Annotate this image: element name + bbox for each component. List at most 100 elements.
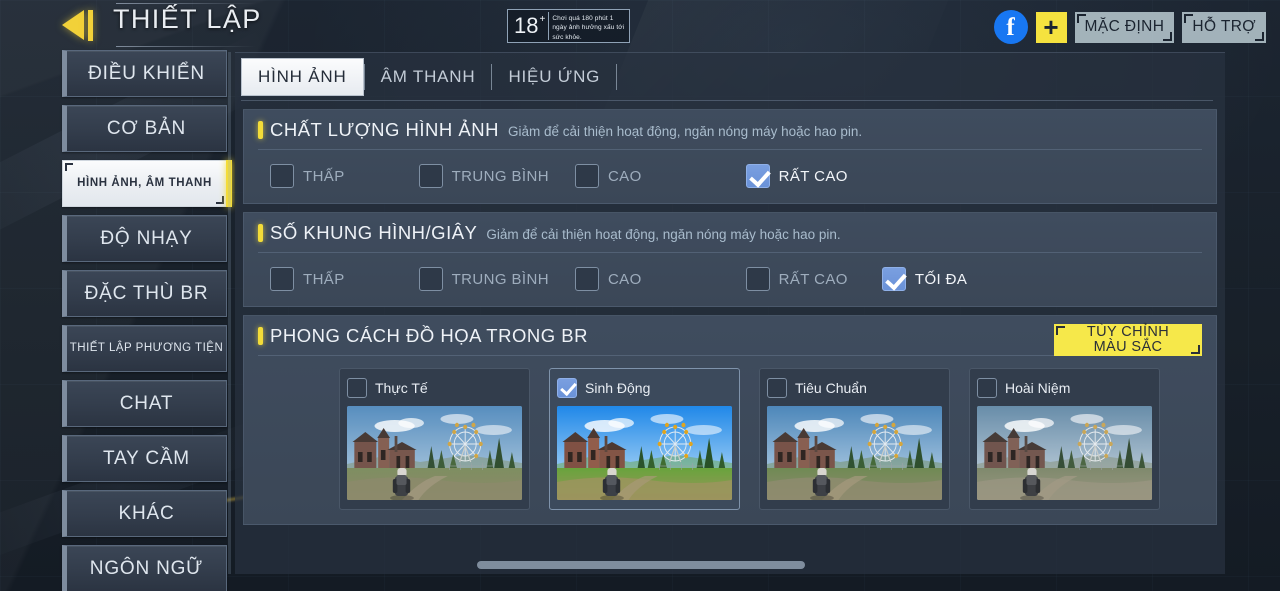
tab-bar: HÌNH ẢNH ÂM THANH HIỆU ỨNG — [235, 53, 1225, 101]
sidebar-item-10[interactable]: NGÔN NGỮ — [62, 545, 227, 591]
section-header: PHONG CÁCH ĐỒ HỌA TRONG BR TÙY CHỈNH MÀU… — [244, 316, 1216, 356]
section-subtitle: Giảm để cải thiện hoạt động, ngăn nóng m… — [507, 124, 863, 139]
title-rule-bottom — [116, 46, 256, 47]
tab-1[interactable]: HÌNH ẢNH — [241, 58, 364, 96]
checkbox-icon[interactable] — [574, 267, 599, 291]
back-button[interactable] — [62, 5, 106, 45]
option-2[interactable]: TRUNG BÌNH — [418, 164, 549, 188]
option-1[interactable]: THẤP — [270, 267, 345, 291]
graphics-style-card-3[interactable]: Tiêu Chuẩn — [759, 368, 950, 510]
checkbox-icon[interactable] — [574, 164, 599, 188]
scene-thumbnail-svg — [977, 406, 1152, 500]
custom-color-button[interactable]: TÙY CHỈNH MÀU SẮC — [1054, 324, 1202, 356]
sidebar-item-label: NGÔN NGỮ — [89, 557, 204, 579]
sidebar-item-5[interactable]: ĐẶC THÙ BR — [62, 270, 227, 317]
horizontal-scrollbar[interactable] — [235, 557, 1225, 574]
option-4[interactable]: RẤT CAO — [745, 164, 848, 188]
checkbox-checked-icon[interactable] — [881, 267, 906, 291]
sidebar-item-label: TAY CẦM — [103, 447, 190, 469]
sidebar-item-label: ĐIỀU KHIỂN — [88, 62, 205, 84]
sidebar-item-6[interactable]: THIẾT LẬP PHƯƠNG TIỆN — [62, 325, 227, 372]
sidebar-item-8[interactable]: TAY CẦM — [62, 435, 227, 482]
section-title: PHONG CÁCH ĐỒ HỌA TRONG BR — [270, 325, 588, 346]
sidebar-item-2[interactable]: CƠ BẢN — [62, 105, 227, 152]
card-label: Sinh Động — [585, 380, 651, 396]
sidebar-item-label: ĐỘ NHẠY — [100, 227, 193, 249]
graphics-style-preview-image — [767, 406, 942, 500]
sidebar-item-4[interactable]: ĐỘ NHẠY — [62, 215, 227, 262]
back-triangle-icon — [62, 10, 84, 40]
graphics-style-card-1[interactable]: Thực Tế — [339, 368, 530, 510]
option-label: TRUNG BÌNH — [451, 167, 549, 185]
default-button[interactable]: MẶC ĐỊNH — [1074, 11, 1175, 43]
graphics-style-card-2[interactable]: Sinh Động — [549, 368, 740, 510]
sidebar-item-3[interactable]: HÌNH ẢNH, ÂM THANH — [62, 160, 232, 207]
section-frame-rate: SỐ KHUNG HÌNH/GIÂY Giảm để cải thiện hoạ… — [243, 212, 1217, 307]
option-3[interactable]: CAO — [574, 164, 642, 188]
graphics-style-preview-image — [977, 406, 1152, 500]
age-rating-plus: + — [539, 14, 546, 25]
tab-divider — [616, 64, 618, 90]
tab-2[interactable]: ÂM THANH — [365, 58, 492, 96]
corner-marker — [65, 163, 73, 171]
checkbox-icon[interactable] — [418, 164, 443, 188]
graphics-style-cards: Thực Tế Sinh Động Tiêu Chuẩn Hoài Niệm — [244, 356, 1216, 524]
plus-icon-button[interactable]: + — [1035, 11, 1067, 43]
checkbox-icon[interactable] — [270, 267, 294, 291]
checkbox-icon[interactable] — [347, 378, 367, 398]
facebook-icon[interactable]: f — [993, 10, 1028, 44]
sidebar-item-label: ĐẶC THÙ BR — [84, 282, 209, 304]
header-actions: f + MẶC ĐỊNH HỖ TRỢ — [993, 10, 1266, 44]
option-4[interactable]: RẤT CAO — [745, 267, 848, 291]
horizontal-scrollbar-thumb[interactable] — [477, 561, 805, 569]
option-label: RẤT CAO — [778, 270, 848, 288]
sidebar-item-label: THIẾT LẬP PHƯƠNG TIỆN — [69, 342, 224, 354]
card-label: Thực Tế — [375, 380, 428, 396]
checkbox-icon[interactable] — [977, 378, 997, 398]
checkbox-icon[interactable] — [418, 267, 443, 291]
tab-3[interactable]: HIỆU ỨNG — [492, 58, 616, 96]
section-graphics-quality: CHẤT LƯỢNG HÌNH ẢNH Giảm để cải thiện ho… — [243, 109, 1217, 204]
graphics-quality-options: THẤP TRUNG BÌNH CAO RẤT CAO — [244, 150, 1216, 203]
card-header: Hoài Niệm — [977, 376, 1152, 400]
section-header: CHẤT LƯỢNG HÌNH ẢNH Giảm để cải thiện ho… — [244, 110, 1216, 149]
option-label: TỐI ĐA — [914, 270, 968, 288]
sidebar-item-label: CHAT — [119, 392, 174, 414]
settings-scroll-area: CHẤT LƯỢNG HÌNH ẢNH Giảm để cải thiện ho… — [235, 109, 1225, 525]
section-accent-bar — [258, 224, 263, 242]
content-left-edge — [228, 52, 231, 574]
sidebar-item-9[interactable]: KHÁC — [62, 490, 227, 537]
graphics-style-card-4[interactable]: Hoài Niệm — [969, 368, 1160, 510]
age-rating-badge: 18 + Chơi quá 180 phút 1 ngày ảnh hưởng … — [507, 9, 631, 43]
section-title: CHẤT LƯỢNG HÌNH ẢNH — [270, 119, 499, 140]
option-label: RẤT CAO — [778, 167, 848, 185]
option-5[interactable]: TỐI ĐA — [881, 267, 968, 291]
option-1[interactable]: THẤP — [270, 164, 345, 188]
sidebar-item-1[interactable]: ĐIỀU KHIỂN — [62, 50, 227, 97]
card-header: Sinh Động — [557, 376, 732, 400]
card-label: Tiêu Chuẩn — [795, 380, 867, 396]
option-label: THẤP — [303, 167, 345, 185]
option-3[interactable]: CAO — [574, 267, 642, 291]
option-2[interactable]: TRUNG BÌNH — [418, 267, 549, 291]
section-graphics-style: PHONG CÁCH ĐỒ HỌA TRONG BR TÙY CHỈNH MÀU… — [243, 315, 1217, 525]
support-button[interactable]: HỖ TRỢ — [1182, 11, 1266, 43]
section-subtitle: Giảm để cải thiện hoạt động, ngăn nóng m… — [486, 227, 841, 242]
checkbox-icon[interactable] — [745, 267, 770, 291]
option-label: CAO — [607, 270, 642, 288]
header-bar: THIẾT LẬP 18 + Chơi quá 180 phút 1 ngày … — [0, 0, 1280, 52]
checkbox-checked-icon[interactable] — [557, 378, 577, 398]
corner-marker — [216, 196, 224, 204]
section-title: SỐ KHUNG HÌNH/GIÂY — [270, 222, 478, 243]
checkbox-checked-icon[interactable] — [745, 164, 770, 188]
back-bar-icon — [88, 9, 93, 41]
sidebar-item-label: KHÁC — [118, 502, 175, 524]
checkbox-icon[interactable] — [270, 164, 294, 188]
sidebar-item-7[interactable]: CHAT — [62, 380, 227, 427]
tab-underline — [241, 100, 1213, 101]
option-label: THẤP — [303, 270, 345, 288]
section-accent-bar — [258, 327, 263, 345]
checkbox-icon[interactable] — [767, 378, 787, 398]
settings-screen: THIẾT LẬP 18 + Chơi quá 180 phút 1 ngày … — [0, 0, 1280, 591]
graphics-style-preview-image — [347, 406, 522, 500]
